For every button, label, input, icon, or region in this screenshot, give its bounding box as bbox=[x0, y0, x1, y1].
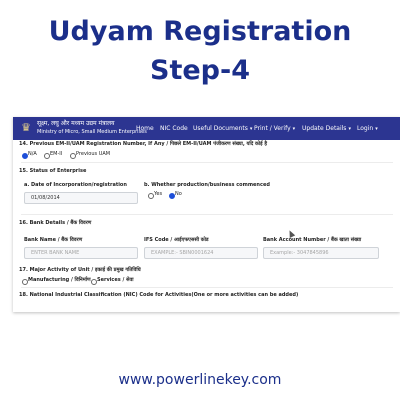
nav-update-details-label: Update Details bbox=[302, 125, 347, 132]
nav-nic-code-label: NIC Code bbox=[160, 125, 188, 132]
top-navbar: ♛ सूक्ष्म, लघु और मध्यम उद्यम मंत्रालय M… bbox=[13, 117, 400, 140]
section-divider bbox=[21, 287, 393, 288]
bank-name-input[interactable] bbox=[24, 247, 138, 259]
ifs-code-label: IFS Code / आईएफएससी कोड bbox=[144, 237, 209, 243]
production-option-yes: Yes bbox=[154, 191, 163, 197]
nav-home-label: Home bbox=[136, 125, 154, 132]
account-number-input[interactable] bbox=[263, 247, 379, 259]
production-commenced-label: b. Whether production/business commenced bbox=[144, 182, 270, 188]
headline-title: Udyam Registration bbox=[48, 16, 352, 47]
q14-label: 14. Previous EM-II/UAM Registration Numb… bbox=[19, 141, 268, 147]
nav-nic-code[interactable]: NIC Code bbox=[160, 124, 188, 133]
q18-label: 18. National Industrial Classification (… bbox=[19, 292, 299, 298]
q14-option-em2: EM-II bbox=[50, 151, 63, 157]
chevron-down-icon: ▾ bbox=[249, 126, 253, 132]
nav-useful-documents[interactable]: Useful Documents ▾ bbox=[193, 124, 252, 134]
nav-login-label: Login bbox=[357, 125, 374, 132]
udyam-form-screenshot: ♛ सूक्ष्म, लघु और मध्यम उद्यम मंत्रालय M… bbox=[13, 117, 400, 312]
section-divider bbox=[21, 214, 393, 215]
website-url[interactable]: www.powerlinekey.com bbox=[0, 371, 400, 389]
nav-print-verify[interactable]: Print / Verify ▾ bbox=[254, 124, 295, 134]
bank-name-label: Bank Name / बैंक विवरण bbox=[24, 237, 83, 243]
chevron-down-icon: ▾ bbox=[292, 126, 296, 132]
nav-useful-documents-label: Useful Documents bbox=[193, 125, 248, 132]
ifs-code-input[interactable] bbox=[144, 247, 258, 259]
nav-print-verify-label: Print / Verify bbox=[254, 125, 291, 132]
section-divider bbox=[21, 162, 393, 163]
q14-option-previous-uam: Previous UAM bbox=[76, 151, 111, 157]
incorporation-date-label: a. Date of Incorporation/registration bbox=[24, 182, 127, 188]
national-emblem-icon: ♛ bbox=[21, 121, 31, 134]
registration-form: 14. Previous EM-II/UAM Registration Numb… bbox=[13, 140, 400, 312]
ministry-name-english: Ministry of Micro, Small Medium Enterpri… bbox=[37, 129, 147, 135]
q17-label: 17. Major Activity of Unit / इकाई की प्र… bbox=[19, 267, 141, 273]
account-number-label: Bank Account Number / बैंक खाता संख्या bbox=[263, 237, 362, 243]
activity-option-services: Services / सेवा bbox=[97, 277, 134, 283]
q16-label: 16. Bank Details / बैंक विवरण bbox=[19, 220, 92, 226]
q14-option-na: N/A bbox=[28, 151, 37, 157]
chevron-down-icon: ▾ bbox=[375, 126, 378, 132]
ministry-name-hindi: सूक्ष्म, लघु और मध्यम उद्यम मंत्रालय bbox=[37, 120, 115, 127]
nav-home[interactable]: Home bbox=[136, 124, 154, 133]
headline-step: Step-4 bbox=[150, 55, 250, 86]
production-option-no: No bbox=[175, 191, 182, 197]
activity-option-manufacturing: Manufacturing / विनिर्माण bbox=[28, 277, 91, 283]
nav-login[interactable]: Login ▾ bbox=[357, 124, 378, 134]
chevron-down-icon: ▾ bbox=[348, 126, 351, 132]
incorporation-date-input[interactable] bbox=[24, 192, 138, 204]
nav-update-details[interactable]: Update Details ▾ bbox=[302, 124, 351, 134]
q15-label: 15. Status of Enterprise bbox=[19, 168, 87, 174]
